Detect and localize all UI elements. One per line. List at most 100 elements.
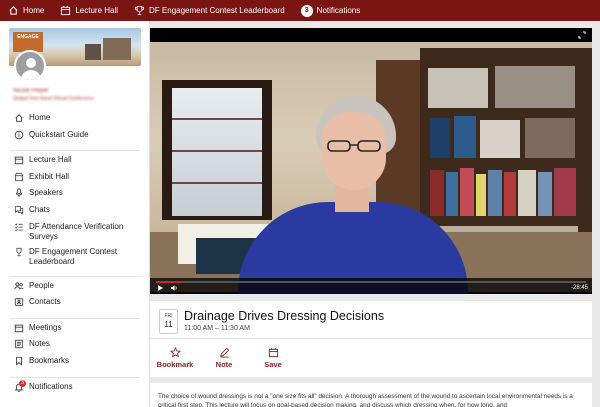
fullscreen-icon[interactable]: [578, 31, 586, 39]
bookmark-icon: [16, 356, 22, 366]
notification-count: 3: [300, 4, 313, 17]
video-progress-track[interactable]: [156, 281, 586, 283]
save-button[interactable]: Save: [253, 347, 293, 369]
session-title: Drainage Drives Dressing Decisions: [184, 309, 385, 323]
topnav-leaderboard-label: DF Engagement Contest Leaderboard: [149, 6, 285, 15]
book: [454, 116, 476, 158]
book: [480, 120, 520, 158]
sidebar-item-label: Speakers: [29, 188, 63, 198]
session-date-number: 11: [164, 320, 173, 329]
topnav-home[interactable]: Home: [8, 0, 44, 21]
save-label: Save: [264, 360, 282, 369]
profile-org: Global Onn Seed Virtual Conference: [13, 96, 95, 102]
banner-logo: ENGAGE: [13, 32, 43, 52]
shop-icon: [14, 172, 24, 181]
sidebar-item-label-line1: DF Attendance Verification: [29, 221, 124, 231]
window-bar: [172, 150, 262, 152]
topnav-home-label: Home: [23, 6, 45, 15]
sidebar-item-label-line1: DF Engagement Contest: [29, 246, 118, 256]
sidebar-item-bookmarks[interactable]: Bookmarks: [0, 356, 150, 373]
sidebar-item-contacts[interactable]: Contacts: [0, 297, 150, 314]
topnav-leaderboard[interactable]: DF Engagement Contest Leaderboard: [134, 0, 285, 21]
sidebar-item-speakers[interactable]: Speakers: [0, 188, 150, 205]
sidebar-item-lecture-hall[interactable]: Lecture Hall: [0, 155, 150, 172]
book: [446, 172, 458, 216]
video-progress-fill: [156, 281, 182, 283]
session-day: FRI: [164, 313, 173, 319]
note-button[interactable]: Note: [204, 347, 244, 369]
sidebar-item-meetings[interactable]: Meetings: [0, 323, 150, 340]
divider: [150, 338, 592, 339]
calendar-icon: [61, 5, 71, 16]
sidebar-item-label: People: [29, 280, 54, 290]
book: [476, 174, 486, 216]
sidebar-item-leaderboard[interactable]: DF Engagement Contest Leaderboard: [0, 247, 150, 272]
sidebar: ENGAGE Nicole Pieper Global Onn Seed Vir…: [0, 21, 150, 407]
profile-card[interactable]: ENGAGE Nicole Pieper Global Onn Seed Vir…: [9, 28, 141, 102]
notification-count-badge: 3: [300, 4, 313, 17]
sidebar-item-label: Home: [29, 113, 51, 122]
bookmark-label: Bookmark: [156, 360, 194, 369]
topnav-notifications[interactable]: 3 Notifications: [300, 0, 361, 21]
calendar-icon: [14, 324, 24, 332]
sidebar-item-label: Chats: [29, 204, 50, 214]
avatar[interactable]: [14, 50, 46, 82]
sidebar-item-label: Notifications: [29, 381, 73, 391]
sidebar-item-label: Meetings: [29, 322, 62, 332]
book: [428, 68, 488, 108]
trophy-icon: [16, 247, 22, 256]
window-bar: [172, 182, 262, 184]
video-person-glasses: [327, 140, 381, 152]
profile-name: Nicole Pieper: [13, 88, 49, 94]
divider: [10, 275, 140, 277]
session-description: The choice of wound dressings is not a "…: [150, 383, 592, 407]
divider: [10, 150, 140, 152]
video-player[interactable]: -28:45: [150, 28, 592, 294]
checklist-icon: [14, 222, 23, 231]
chat-icon: [14, 206, 24, 215]
notification-count-badge: 3: [19, 379, 26, 387]
sidebar-item-quickstart[interactable]: Quickstart Guide: [0, 130, 150, 147]
info-icon: [14, 130, 24, 139]
session-card: FRI 11 Drainage Drives Dressing Decision…: [150, 301, 592, 377]
sidebar-item-label: Contacts: [29, 297, 61, 307]
banner-building-small: [85, 44, 101, 60]
sidebar-item-attendance[interactable]: DF Attendance Verification Surveys: [0, 222, 150, 247]
sidebar-item-chats[interactable]: Chats: [0, 205, 150, 222]
calendar-icon: [14, 156, 24, 165]
sidebar-item-exhibit-hall[interactable]: Exhibit Hall: [0, 172, 150, 189]
note-label: Note: [215, 360, 233, 369]
session-date: FRI 11: [159, 309, 178, 334]
play-icon[interactable]: [156, 284, 164, 292]
book: [430, 118, 450, 158]
topnav-notifications-label: Notifications: [316, 6, 361, 15]
avatar-head: [26, 58, 36, 68]
people-icon: [14, 281, 24, 289]
divider: [10, 317, 140, 319]
sidebar-item-label: DF Engagement Contest Leaderboard: [29, 247, 117, 267]
topnav-lecture-hall[interactable]: Lecture Hall: [60, 0, 118, 21]
contacts-icon: [14, 298, 24, 306]
sidebar-item-people[interactable]: People: [0, 281, 150, 298]
divider: [10, 376, 140, 378]
sidebar-item-notifications[interactable]: 3 Notifications: [0, 379, 150, 399]
banner-building: [103, 38, 131, 60]
sidebar-nav: Home Quickstart Guide Lecture Hall Exhib…: [0, 113, 150, 398]
sidebar-item-home[interactable]: Home: [0, 113, 150, 130]
window-bar: [172, 118, 262, 120]
sidebar-item-label-line2: Leaderboard: [29, 256, 75, 266]
book: [460, 168, 474, 216]
calendar-icon: [268, 347, 278, 358]
sidebar-item-label-line2: Surveys: [29, 231, 58, 241]
video-time-remaining: -28:45: [570, 285, 588, 291]
sidebar-item-label: Exhibit Hall: [29, 171, 70, 181]
book: [554, 168, 576, 216]
volume-icon[interactable]: [170, 284, 178, 292]
sidebar-item-label: DF Attendance Verification Surveys: [29, 222, 123, 242]
sidebar-item-label: Notes: [29, 339, 50, 349]
sidebar-item-notes[interactable]: Notes: [0, 339, 150, 356]
home-icon: [15, 114, 23, 122]
book: [488, 170, 502, 216]
bookmark-button[interactable]: Bookmark: [155, 347, 195, 369]
session-time: 11:00 AM – 11:30 AM: [184, 325, 250, 332]
